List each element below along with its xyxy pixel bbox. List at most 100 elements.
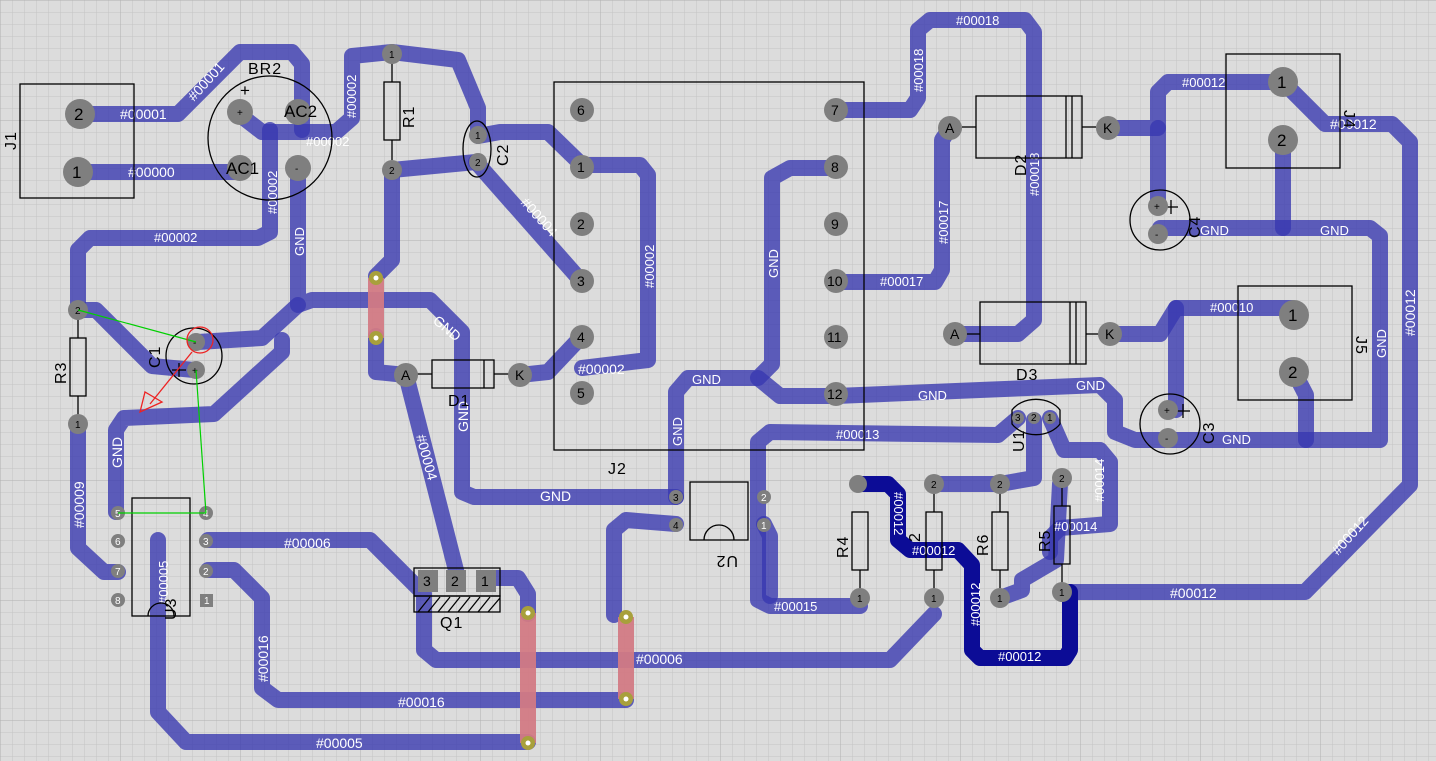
r1-ref: R1 (401, 106, 418, 128)
net-label: #00017 (880, 274, 923, 289)
br2-pad-label: AC1 (226, 159, 259, 178)
u2-pad-label: 2 (761, 493, 767, 504)
c2-ref: C2 (495, 144, 512, 166)
d3-pad-label: K (1105, 326, 1115, 342)
q1-pad-label: 2 (451, 573, 459, 589)
net-label: #00017 (936, 201, 951, 244)
via-hole (525, 610, 531, 616)
c4-ref: C4 (1187, 216, 1204, 238)
r4-ref: R4 (835, 536, 852, 558)
net-label: #00012 (998, 649, 1041, 664)
j2-ref: J2 (608, 461, 627, 478)
via-hole (623, 614, 629, 620)
u2-pad-label: 4 (673, 521, 679, 532)
net-label: GND (918, 388, 947, 403)
r2-pad-label: 2 (931, 480, 937, 491)
br2-pad-label: + (237, 108, 243, 119)
net-label: #00002 (154, 230, 197, 245)
j2-pad-label: 3 (577, 273, 585, 289)
net-label: #00010 (1210, 300, 1253, 315)
j2-pad-label: 12 (827, 386, 843, 402)
u3-pad-label: 8 (115, 596, 121, 607)
r5-ref: R5 (1037, 530, 1054, 552)
j1-pad-label: 2 (74, 105, 83, 124)
j4-ref: J4 (1340, 110, 1357, 129)
d2-ref: D2 (1013, 154, 1030, 176)
track-r1-rail[interactable] (384, 154, 484, 178)
r3-pad-label: 2 (75, 306, 81, 317)
pcb-canvas[interactable]: #00001 #00001 #00000 #00002 #00002 #0000… (0, 0, 1436, 761)
net-label: GND (1076, 378, 1105, 393)
r6-ref: R6 (975, 534, 992, 556)
u3-pad-label: 1 (204, 596, 210, 607)
j2-pad-label: 5 (577, 385, 585, 401)
u3-pad-label: 2 (203, 567, 209, 578)
j5-pad-label: 2 (1288, 363, 1297, 382)
br2-plus-mark: + (240, 81, 250, 100)
r1-pad-label: 1 (389, 50, 395, 61)
d1-ref: D1 (448, 393, 470, 410)
c3-ref: C3 (1201, 422, 1218, 444)
j5-pad-label: 1 (1288, 306, 1297, 325)
net-label: GND (109, 437, 125, 468)
d2-pad-label: K (1103, 120, 1113, 136)
via-hole (525, 740, 531, 746)
u3-pad-label: 5 (115, 509, 121, 520)
c3-pad-label: + (1164, 406, 1170, 417)
j4-pad-label: 2 (1277, 131, 1286, 150)
c2-pad-label: 1 (475, 131, 481, 142)
net-label: GND (766, 249, 781, 278)
u2-pad-label: 1 (761, 521, 767, 532)
c4-pad-label: + (1154, 202, 1160, 213)
net-label: GND (292, 227, 307, 256)
u1-pad-label: 3 (1015, 413, 1021, 424)
via-hole (373, 335, 379, 341)
r2-ref: 2 (907, 532, 924, 542)
q1-ref: Q1 (440, 615, 463, 632)
net-label: #00012 (1402, 289, 1418, 336)
u3-pad-label: 7 (115, 567, 121, 578)
net-label: #00002 (265, 171, 280, 214)
via-hole (373, 275, 379, 281)
u3-pad-label: 6 (115, 537, 121, 548)
r4-pad-2[interactable] (849, 475, 867, 493)
net-label: #00012 (1170, 585, 1217, 601)
via-hole (623, 696, 629, 702)
net-label: GND (1374, 329, 1389, 358)
net-label: #00012 (912, 543, 955, 558)
u1-pad-label: 1 (1047, 413, 1053, 424)
net-label: GND (1200, 223, 1229, 238)
net-label: GND (1320, 223, 1349, 238)
j5-ref: J5 (1352, 336, 1369, 355)
j2-pad-label: 8 (831, 159, 839, 175)
j1-pad-label: 1 (72, 163, 81, 182)
net-label: #00005 (316, 735, 363, 751)
net-label: #00009 (71, 481, 87, 528)
net-label: #00002 (306, 134, 349, 149)
d1-pad-label: K (515, 367, 525, 383)
r6-pad-label: 2 (997, 480, 1003, 491)
r3-ref: R3 (53, 362, 70, 384)
q1-pad-label: 3 (423, 573, 431, 589)
u1-pad-label: 2 (1031, 413, 1037, 424)
net-label: #00014 (1092, 459, 1107, 502)
br2-pad-label: - (295, 164, 298, 175)
net-label: #00001 (120, 106, 167, 122)
net-label: #00012 (968, 583, 983, 626)
net-label: #00002 (344, 75, 359, 118)
br2-ref: BR2 (248, 61, 282, 78)
c3-pad-label: - (1165, 434, 1168, 445)
r1-pad-label: 2 (389, 166, 395, 177)
net-label: #00014 (1054, 519, 1097, 534)
net-label: #00016 (255, 635, 271, 682)
net-label: #00006 (284, 535, 331, 551)
net-label: #00012 (891, 492, 906, 535)
track-u2-1[interactable] (756, 516, 778, 604)
d3-pad-label: A (950, 326, 960, 342)
q1-pad-label: 1 (481, 573, 489, 589)
r6-pad-label: 1 (997, 594, 1003, 605)
u3-ref: U3 (163, 598, 180, 620)
d2-pad-label: A (945, 120, 955, 136)
net-label: GND (670, 417, 685, 446)
net-label: #00018 (956, 13, 999, 28)
